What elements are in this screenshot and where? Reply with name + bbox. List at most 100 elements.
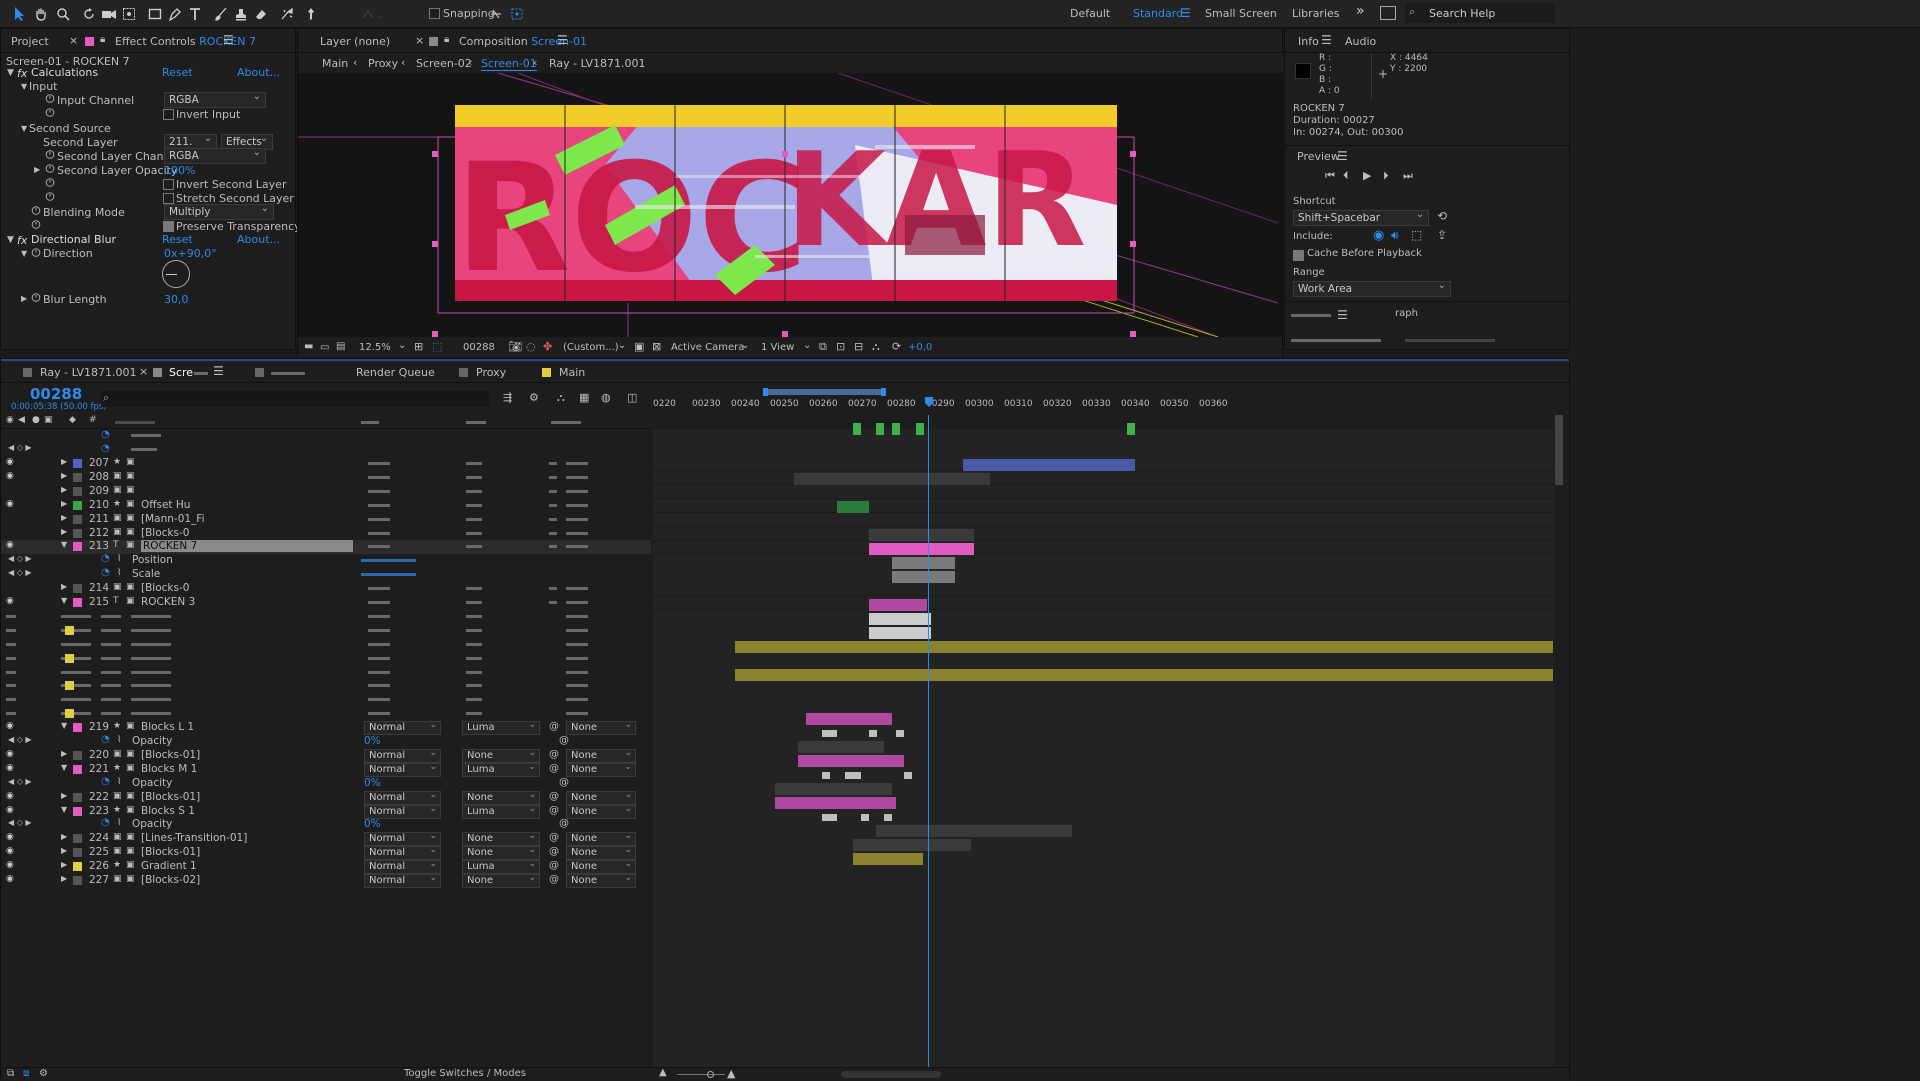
parent-pickwhip-icon[interactable]: @ (549, 860, 559, 871)
layer-row[interactable] (1, 610, 651, 624)
property-value[interactable]: 0% (364, 777, 381, 789)
layer-duration-bar[interactable] (868, 613, 932, 625)
layer-row[interactable]: ◉ ▼ 213 T ▣ ROCKEN 7 (1, 540, 651, 555)
blend-mode-select[interactable]: Normal (364, 803, 441, 819)
close-tab-icon[interactable]: × (415, 34, 424, 47)
toggle-pixel-aspect-icon[interactable]: ⧉ (819, 340, 827, 354)
directional-blur-about-link[interactable]: About... (237, 233, 280, 249)
rectangle-tool-icon[interactable] (144, 3, 166, 25)
layer-duration-bar[interactable] (868, 543, 975, 555)
fx-icon[interactable]: fx (17, 67, 27, 80)
layer-label-color[interactable] (65, 625, 74, 635)
layer-row[interactable]: ▶ 211 ▣ ▣ [Mann-01_Fi (1, 513, 651, 527)
stopwatch-icon[interactable] (45, 93, 55, 106)
expand-layer-icon[interactable]: ▶ (61, 832, 67, 841)
marker-icon[interactable] (892, 423, 901, 435)
layer-row[interactable] (1, 707, 651, 721)
direction-angle-dial[interactable] (162, 260, 190, 288)
tab-main[interactable]: Main (559, 366, 585, 379)
timeline-current-time[interactable]: 00288 (30, 385, 82, 403)
expand-layer-icon[interactable]: ▶ (61, 485, 67, 494)
always-preview-icon[interactable]: ▬ (304, 341, 313, 352)
keyframe-nav-icon[interactable]: ◀ ◇ ▶ (8, 735, 32, 744)
parent-pickwhip-icon[interactable]: @ (549, 749, 559, 760)
stopwatch-icon[interactable] (31, 219, 41, 232)
keyframe-icon[interactable] (821, 814, 830, 821)
property-value[interactable]: 0% (364, 735, 381, 747)
layer-row[interactable]: ◉▶226★▣Gradient 1NormalLuma@None (1, 858, 651, 875)
parent-pickwhip-icon[interactable]: @ (549, 805, 559, 816)
guide-options-icon[interactable]: ▤ (336, 341, 345, 352)
search-help-field[interactable]: ⌕ Search Help (1405, 3, 1555, 23)
calculations-about-link[interactable]: About... (237, 66, 280, 82)
layer-label-color[interactable] (73, 834, 82, 844)
transparency-grid-icon[interactable]: ⊠ (652, 340, 661, 353)
expand-layer-icon[interactable]: ▶ (61, 499, 67, 508)
track-matte-select[interactable]: Luma (462, 803, 540, 819)
layer-name[interactable]: ROCKEN 7 (141, 540, 353, 553)
camera-dropdown[interactable]: Active Camera (671, 342, 744, 353)
marker-icon[interactable] (915, 423, 924, 435)
workspace-layout-icon[interactable] (1380, 6, 1396, 20)
marker-icon[interactable] (876, 423, 885, 435)
transform-handle[interactable] (1130, 151, 1136, 157)
layer-label-color[interactable] (65, 681, 74, 691)
expand-input-icon[interactable]: ▼ (21, 82, 27, 91)
expand-directional-blur-icon[interactable]: ▼ (7, 235, 14, 245)
eye-icon[interactable]: ◉ (6, 499, 14, 509)
keyframe-nav-icon[interactable]: ◀ ◇ ▶ (8, 554, 32, 563)
shy-layers-icon[interactable]: ⛬ (557, 391, 565, 405)
layer-duration-bar[interactable] (774, 797, 897, 809)
layer-row[interactable] (1, 652, 651, 666)
expand-layer-icon[interactable]: ▼ (61, 540, 67, 549)
parent-select[interactable]: None (566, 872, 636, 888)
label-icon[interactable]: ◆ (69, 415, 76, 425)
layer-label-color[interactable] (73, 792, 82, 802)
parent-select[interactable]: None (566, 761, 636, 777)
timeline-vertical-scrollbar[interactable] (1555, 415, 1563, 485)
snapping-checkbox[interactable] (429, 8, 440, 19)
lock-icon[interactable]: 🔒︎ (444, 34, 449, 45)
expand-layer-icon[interactable]: ▶ (61, 527, 67, 536)
layer-switch-icon[interactable]: ▣ (126, 791, 135, 801)
eye-icon[interactable]: ◉ (6, 832, 14, 842)
layer-label-color[interactable] (73, 848, 82, 858)
layer-switch-icon[interactable]: ▣ (126, 763, 135, 773)
layer-duration-bar[interactable] (852, 839, 971, 851)
workspace-default[interactable]: Default (1070, 7, 1110, 20)
breadcrumb-screen-01[interactable]: Screen-01 (481, 57, 537, 71)
pan-behind-tool-icon[interactable] (118, 3, 140, 25)
snap-options-icon[interactable] (485, 3, 507, 25)
layer-name[interactable]: [Blocks-0 (141, 527, 189, 539)
blending-mode-dropdown[interactable]: Multiply (164, 202, 274, 220)
expand-layer-icon[interactable]: ▼ (61, 763, 67, 772)
chevron-down-icon[interactable]: ⌄ (803, 340, 811, 351)
workspace-menu-icon[interactable]: ☰ (1180, 6, 1191, 20)
resolution-dropdown[interactable]: (Custom...) (563, 342, 619, 353)
expand-calculations-icon[interactable]: ▼ (7, 68, 14, 78)
parent-pickwhip-icon[interactable]: @ (549, 791, 559, 802)
parent-pickwhip-icon[interactable]: @ (549, 874, 559, 885)
layer-name[interactable]: [Blocks-0 (141, 582, 189, 594)
layer-row[interactable]: ◉ ▼ 215 T ▣ ROCKEN 3 (1, 596, 651, 610)
layer-row[interactable]: ▶ 214 ▣ ▣ [Blocks-0 (1, 582, 651, 596)
preserve-transparency-checkbox[interactable] (163, 221, 174, 232)
layer-name[interactable]: Blocks L 1 (141, 721, 194, 733)
transform-handle[interactable] (432, 151, 438, 157)
parent-pickwhip-icon[interactable]: @ (549, 763, 559, 774)
keyframe-nav-icon[interactable]: ◀ ◇ ▶ (8, 568, 32, 577)
layer-switch-icon[interactable]: ▣ (126, 596, 135, 606)
keyframe-icon[interactable] (829, 730, 838, 737)
work-area-bar[interactable] (763, 389, 885, 395)
stretch-second-layer-checkbox[interactable] (163, 193, 174, 204)
expand-modes-icon[interactable]: ⧈ (23, 1068, 29, 1079)
second-layer-channel-dropdown[interactable]: RGBA (164, 146, 266, 164)
layer-switch-icon[interactable]: ▣ (126, 513, 135, 523)
layer-switch-icon[interactable]: ▣ (126, 582, 135, 592)
layer-row[interactable] (1, 693, 651, 707)
expand-layer-icon[interactable]: ▶ (61, 457, 67, 466)
roto-brush-tool-icon[interactable] (276, 3, 298, 25)
layer-row[interactable]: ◉ ▶ 210 ★ ▣ Offset Hu (1, 499, 651, 513)
layer-row[interactable]: ◉▶224▣▣[Lines-Transition-01]NormalNone@N… (1, 830, 651, 847)
expand-direction-icon[interactable]: ▼ (21, 249, 27, 258)
